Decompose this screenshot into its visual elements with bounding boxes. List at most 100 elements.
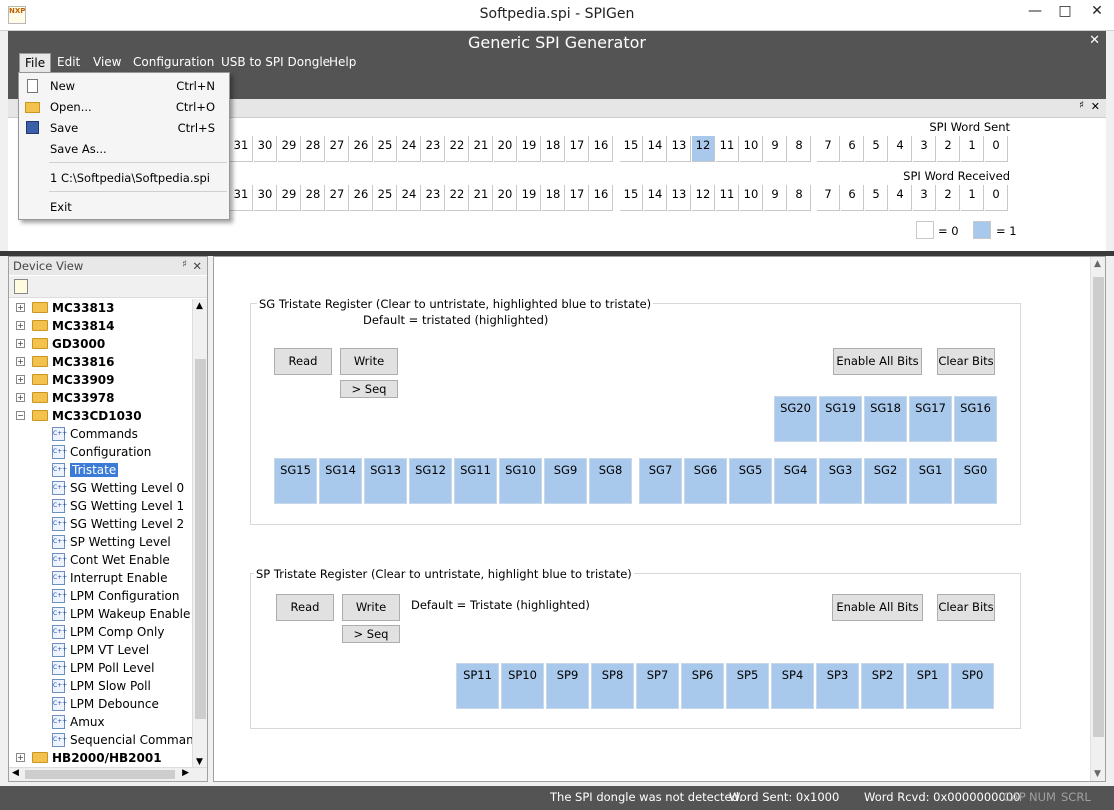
tree-register-item[interactable]: Interrupt Enable <box>70 569 168 587</box>
spi-bit-cell[interactable]: 6 <box>841 136 864 162</box>
register-bit-cell[interactable]: SG18 <box>864 396 907 442</box>
expand-icon[interactable]: + <box>16 321 25 330</box>
register-bit-cell[interactable]: SG12 <box>409 458 452 504</box>
spi-bit-cell[interactable]: 29 <box>278 185 301 211</box>
tree-register-item[interactable]: Amux <box>70 713 105 731</box>
spi-bit-cell[interactable]: 1 <box>961 185 984 211</box>
register-bit-cell[interactable]: SG10 <box>499 458 542 504</box>
register-bit-cell[interactable]: SG17 <box>909 396 952 442</box>
menu-item-recent-file[interactable]: 1 C:\Softpedia\Softpedia.spi <box>19 168 229 188</box>
spi-bit-cell[interactable]: 25 <box>374 136 397 162</box>
close-icon[interactable]: ✕ <box>192 259 202 273</box>
register-bit-cell[interactable]: SP1 <box>906 663 949 709</box>
spi-bit-cell[interactable]: 23 <box>422 185 445 211</box>
expand-icon[interactable]: + <box>16 339 25 348</box>
spi-bit-cell[interactable]: 21 <box>470 136 493 162</box>
menu-item-new[interactable]: New Ctrl+N <box>19 76 229 96</box>
register-bit-cell[interactable]: SP5 <box>726 663 769 709</box>
close-icon[interactable]: ✕ <box>1089 33 1100 48</box>
spi-bit-cell[interactable]: 31 <box>230 136 253 162</box>
register-bit-cell[interactable]: SP7 <box>636 663 679 709</box>
spi-bit-cell[interactable]: 15 <box>620 136 643 162</box>
spi-bit-cell[interactable]: 13 <box>668 136 691 162</box>
menu-item-exit[interactable]: Exit <box>19 197 229 217</box>
register-bit-cell[interactable]: SG11 <box>454 458 497 504</box>
spi-bit-cell[interactable]: 29 <box>278 136 301 162</box>
spi-bit-cell[interactable]: 18 <box>542 136 565 162</box>
spi-bit-cell[interactable]: 20 <box>494 136 517 162</box>
menu-item-save[interactable]: Save Ctrl+S <box>19 118 229 138</box>
maximize-button[interactable]: □ <box>1050 0 1080 24</box>
properties-icon[interactable] <box>14 279 28 294</box>
tree-device-item[interactable]: MC33909 <box>52 371 115 389</box>
sp-write-button[interactable]: Write <box>342 594 400 621</box>
spi-bit-cell[interactable]: 27 <box>326 136 349 162</box>
spi-bit-cell[interactable]: 22 <box>446 136 469 162</box>
tree-register-item[interactable]: Sequencial Commands <box>70 731 193 749</box>
spi-bit-cell[interactable]: 7 <box>817 185 840 211</box>
minimize-button[interactable]: — <box>1020 0 1050 24</box>
register-bit-cell[interactable]: SG3 <box>819 458 862 504</box>
tree-register-item[interactable]: LPM VT Level <box>70 641 149 659</box>
register-bit-cell[interactable]: SP9 <box>546 663 589 709</box>
expand-icon[interactable]: + <box>16 303 25 312</box>
menu-configuration[interactable]: Configuration <box>128 55 219 69</box>
close-icon[interactable]: ✕ <box>1091 100 1100 113</box>
spi-bit-cell[interactable]: 24 <box>398 136 421 162</box>
register-bit-cell[interactable]: SP4 <box>771 663 814 709</box>
spi-bit-cell[interactable]: 18 <box>542 185 565 211</box>
spi-bit-cell[interactable]: 31 <box>230 185 253 211</box>
scroll-right-icon[interactable]: ▶ <box>182 768 189 778</box>
sg-read-button[interactable]: Read <box>274 348 332 375</box>
tree-device-item[interactable]: MC33813 <box>52 299 115 317</box>
register-bit-cell[interactable]: SP0 <box>951 663 994 709</box>
sp-seq-button[interactable]: > Seq <box>342 625 400 643</box>
register-bit-cell[interactable]: SG8 <box>589 458 632 504</box>
pin-icon[interactable]: ♯ <box>182 259 187 270</box>
sg-enable-all-button[interactable]: Enable All Bits <box>833 348 922 375</box>
sp-read-button[interactable]: Read <box>276 594 334 621</box>
spi-bit-cell[interactable]: 28 <box>302 136 325 162</box>
register-bit-cell[interactable]: SG5 <box>729 458 772 504</box>
register-bit-cell[interactable]: SP8 <box>591 663 634 709</box>
spi-bit-cell[interactable]: 4 <box>889 185 912 211</box>
sg-seq-button[interactable]: > Seq <box>340 380 398 398</box>
register-bit-cell[interactable]: SG9 <box>544 458 587 504</box>
spi-bit-cell[interactable]: 10 <box>740 136 763 162</box>
scroll-down-icon[interactable]: ▼ <box>1094 769 1101 779</box>
sg-clear-bits-button[interactable]: Clear Bits <box>937 348 995 375</box>
spi-bit-cell[interactable]: 3 <box>913 185 936 211</box>
tree-register-item[interactable]: LPM Comp Only <box>70 623 164 641</box>
spi-bit-cell[interactable]: 28 <box>302 185 325 211</box>
spi-bit-cell[interactable]: 12 <box>692 185 715 211</box>
spi-bit-cell[interactable]: 17 <box>566 136 589 162</box>
spi-bit-cell[interactable]: 8 <box>788 185 811 211</box>
expand-icon[interactable]: + <box>16 753 25 762</box>
spi-bit-cell[interactable]: 14 <box>644 136 667 162</box>
spi-bit-cell[interactable]: 19 <box>518 136 541 162</box>
spi-bit-cell[interactable]: 27 <box>326 185 349 211</box>
spi-bit-cell[interactable]: 24 <box>398 185 421 211</box>
register-bit-cell[interactable]: SG15 <box>274 458 317 504</box>
register-bit-cell[interactable]: SG0 <box>954 458 997 504</box>
tree-device-item[interactable]: MC33978 <box>52 389 115 407</box>
spi-bit-cell[interactable]: 11 <box>716 136 739 162</box>
tree-register-item[interactable]: SP Wetting Level <box>70 533 171 551</box>
hscroll-thumb[interactable] <box>25 770 175 779</box>
sg-write-button[interactable]: Write <box>340 348 398 375</box>
tree-register-item[interactable]: LPM Debounce <box>70 695 159 713</box>
spi-bit-cell[interactable]: 26 <box>350 185 373 211</box>
main-scroll-thumb[interactable] <box>1093 277 1104 737</box>
tree-vertical-scrollbar[interactable]: ▲ ▼ <box>192 299 207 769</box>
register-bit-cell[interactable]: SG2 <box>864 458 907 504</box>
register-bit-cell[interactable]: SP11 <box>456 663 499 709</box>
spi-bit-cell[interactable]: 16 <box>590 185 613 211</box>
menu-item-open[interactable]: Open... Ctrl+O <box>19 97 229 117</box>
tree-register-item[interactable]: SG Wetting Level 1 <box>70 497 184 515</box>
spi-bit-cell[interactable]: 0 <box>985 136 1008 162</box>
tree-device-item[interactable]: GD3000 <box>52 335 105 353</box>
spi-bit-cell[interactable]: 22 <box>446 185 469 211</box>
spi-bit-cell[interactable]: 7 <box>817 136 840 162</box>
tree-register-item[interactable]: LPM Wakeup Enable <box>70 605 190 623</box>
tree-register-item[interactable]: LPM Poll Level <box>70 659 154 677</box>
